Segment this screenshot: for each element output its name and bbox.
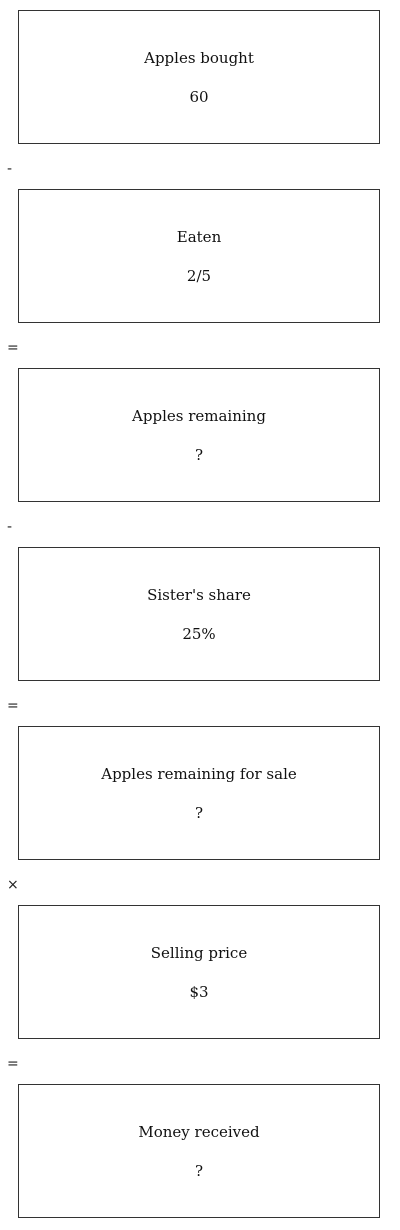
equals-operator: =: [7, 1056, 19, 1072]
minus-operator: -: [7, 519, 13, 535]
apples-remaining-label: Apples remaining: [132, 406, 266, 425]
selling-price-box: Selling price $3: [18, 905, 380, 1039]
eaten-box: Eaten 2/5: [18, 189, 380, 323]
eaten-value: 2/5: [186, 266, 212, 285]
sisters-share-label: Sister's share: [147, 585, 251, 604]
apples-bought-box: Apples bought 60: [18, 10, 380, 144]
apples-remaining-value: ?: [194, 445, 204, 464]
eaten-label: Eaten: [176, 227, 222, 246]
sisters-share-value: 25%: [182, 624, 216, 643]
money-received-box: Money received ?: [18, 1084, 380, 1218]
money-received-value: ?: [194, 1161, 204, 1180]
money-received-label: Money received: [138, 1122, 260, 1141]
minus-operator: -: [7, 161, 13, 177]
sisters-share-box: Sister's share 25%: [18, 547, 380, 681]
selling-price-label: Selling price: [150, 943, 248, 962]
apples-bought-value: 60: [189, 87, 209, 106]
equals-operator: =: [7, 698, 19, 714]
apples-remaining-for-sale-box: Apples remaining for sale ?: [18, 726, 380, 860]
apples-bought-label: Apples bought: [144, 48, 254, 67]
apples-remaining-for-sale-value: ?: [194, 803, 204, 822]
selling-price-value: $3: [189, 982, 209, 1001]
equals-operator: =: [7, 340, 19, 356]
multiply-operator: ×: [7, 877, 19, 893]
apples-remaining-for-sale-label: Apples remaining for sale: [101, 764, 297, 783]
apples-remaining-box: Apples remaining ?: [18, 368, 380, 502]
